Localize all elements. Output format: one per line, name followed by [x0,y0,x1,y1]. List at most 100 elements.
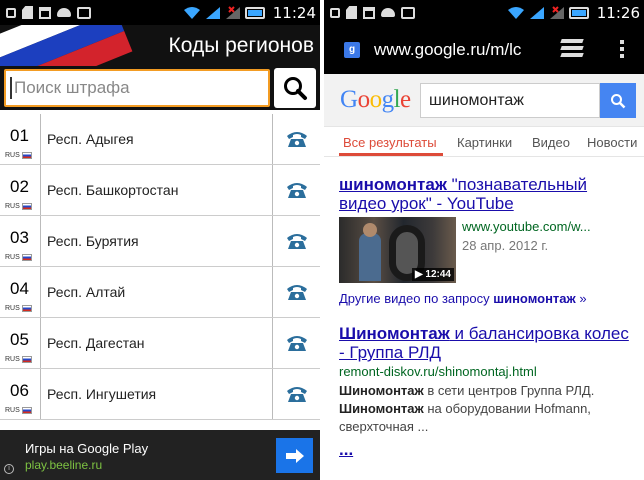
result-date: 28 апр. 2012 г. [462,238,549,253]
active-tab-indicator [339,153,443,156]
ad-info-icon[interactable]: i [4,464,14,474]
region-row[interactable]: 05 RUS Респ. Дагестан [0,318,320,369]
google-logo-letter: o [369,86,383,113]
region-name: Респ. Бурятия [47,233,139,249]
telephone-icon [286,132,307,147]
play-store-icon [77,6,91,19]
google-favicon-icon: g [344,41,360,58]
shopping-bag-icon [363,6,375,19]
region-code: 04 [10,279,29,298]
region-code-cell: 04 RUS [0,267,41,317]
tab-images[interactable]: Картинки [457,135,512,150]
search-icon [611,93,626,108]
google-logo-letter: e [400,86,411,113]
region-row[interactable]: 01 RUS Респ. Адыгея [0,114,320,165]
russian-flag-graphic [0,25,141,70]
left-screen: 11:24 Коды регионов Поиск штрафа 01 RUS Ре… [0,0,320,480]
country-tag: RUS [5,356,32,363]
country-tag: RUS [5,305,32,312]
call-button[interactable] [272,114,320,164]
region-code: 06 [10,381,29,400]
russia-flag-icon [21,305,32,312]
region-row[interactable]: 02 RUS Респ. Башкортостан [0,165,320,216]
search-button[interactable] [274,68,316,108]
ad-banner[interactable]: Игры на Google Play play.beeline.ru i [0,430,320,480]
result-title-link[interactable]: шиномонтаж "познавательный видео урок" -… [339,175,629,213]
more-videos-link[interactable]: Другие видео по запросу шиномонтаж » [339,291,629,306]
app-title: Коды регионов [168,34,315,57]
country-tag: RUS [5,152,32,159]
wifi-icon [507,6,525,20]
telephone-icon [286,183,307,198]
russia-flag-icon [21,356,32,363]
android-icon [57,8,71,17]
overflow-menu-icon[interactable] [620,40,624,61]
google-logo[interactable]: Google [340,86,411,114]
region-name: Респ. Адыгея [47,131,134,147]
video-result: ▶ 12:44 www.youtube.com/w... 28 апр. 201… [339,217,629,283]
region-row[interactable]: 06 RUS Респ. Ингушетия [0,369,320,420]
region-code-cell: 02 RUS [0,165,41,215]
shopping-bag-icon [39,6,51,19]
tab-news[interactable]: Новости [587,135,637,150]
region-code-cell: 03 RUS [0,216,41,266]
region-row[interactable]: 04 RUS Респ. Алтай [0,267,320,318]
russia-flag-icon [21,407,32,414]
call-button[interactable] [272,267,320,317]
result-title-link[interactable]: Шиномонтаж и балансировка колес - Группа… [339,324,629,362]
address-bar[interactable]: www.google.ru/m/lc [374,40,538,60]
telephone-icon [286,285,307,300]
clock: 11:26 [596,3,640,22]
google-logo-letter: G [340,86,358,113]
google-search-input[interactable]: шиномонтаж [420,83,600,118]
search-results: шиномонтаж "познавательный видео урок" -… [324,157,644,460]
region-code-cell: 05 RUS [0,318,41,368]
telephone-icon [286,234,307,249]
tab-video[interactable]: Видео [532,135,570,150]
more-results-link[interactable]: ... [339,440,629,460]
browser-toolbar: g www.google.ru/m/lc [324,25,644,74]
region-name: Респ. Дагестан [47,335,145,351]
search-input[interactable]: Поиск штрафа [4,69,271,107]
result-url: remont-diskov.ru/shinomontaj.html [339,364,537,379]
ad-open-button[interactable] [276,438,313,473]
region-code: 03 [10,228,29,247]
google-search-button[interactable] [600,83,636,118]
status-bar: 11:24 [0,0,320,25]
call-button[interactable] [272,216,320,266]
call-button[interactable] [272,165,320,215]
region-name: Респ. Алтай [47,284,126,300]
notification-icons [330,6,415,19]
region-code-cell: 01 RUS [0,114,41,164]
status-bar: 11:26 [324,0,644,25]
play-store-icon [401,6,415,19]
region-list: 01 RUS Респ. Адыгея 02 RUS Респ. Башкортостан… [0,114,320,420]
tab-all-results[interactable]: Все результаты [343,135,437,150]
russia-flag-icon [21,152,32,159]
video-thumbnail[interactable]: ▶ 12:44 [339,217,456,283]
search-tabs: Все результаты Картинки Видео Новости [324,127,644,157]
telephone-icon [286,336,307,351]
country-tag: RUS [5,407,32,414]
country-tag: RUS [5,203,32,210]
android-icon [381,8,395,17]
call-button[interactable] [272,318,320,368]
no-signal-icon [549,5,565,20]
video-duration: ▶ 12:44 [411,268,454,281]
no-signal-icon [225,5,241,20]
call-button[interactable] [272,369,320,419]
region-code-cell: 06 RUS [0,369,41,419]
right-screen: 11:26 g www.google.ru/m/lc Google шиномо… [324,0,644,480]
region-row[interactable]: 03 RUS Респ. Бурятия [0,216,320,267]
region-name: Респ. Башкортостан [47,182,179,198]
battery-icon [244,6,265,19]
tabs-icon[interactable] [560,39,584,59]
google-logo-letter: o [357,86,371,113]
result-url: www.youtube.com/w... [462,219,591,234]
region-code: 02 [10,177,29,196]
signal-icon [205,6,221,20]
russia-flag-icon [21,254,32,261]
usb-icon [6,7,16,18]
clock: 11:24 [272,3,316,22]
battery-icon [568,6,589,19]
